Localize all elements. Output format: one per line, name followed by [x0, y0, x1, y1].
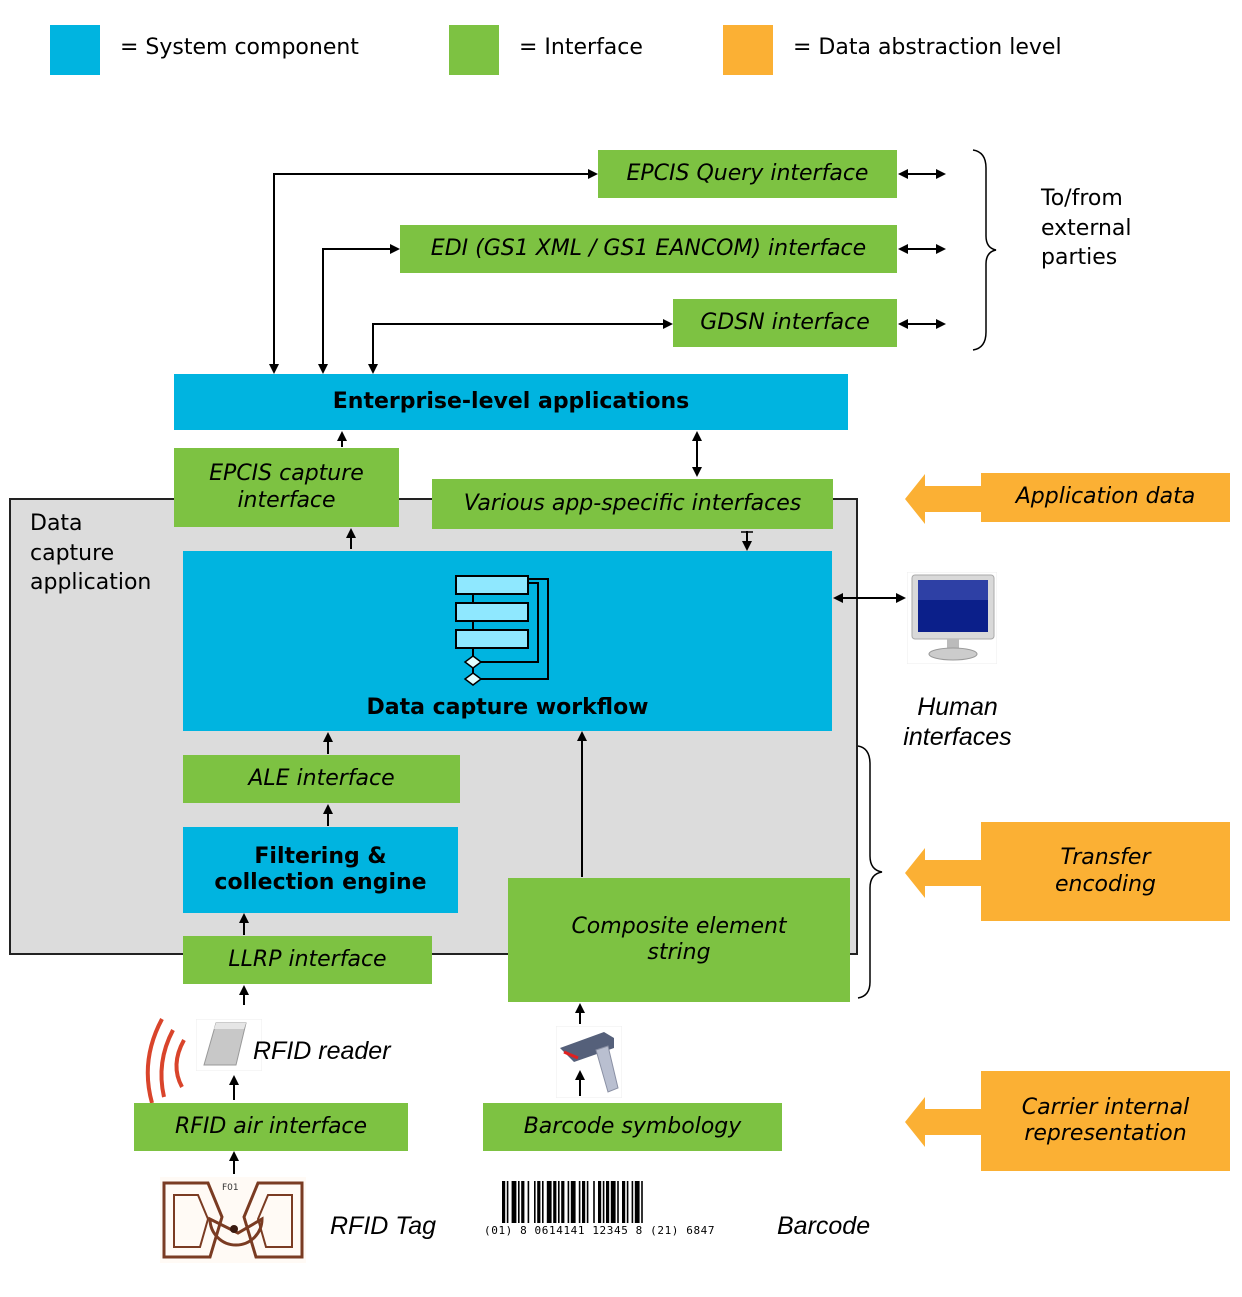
- barcode-bar: [641, 1181, 643, 1223]
- barcode-bar: [567, 1181, 570, 1223]
- legend-label-system: = System component: [120, 35, 359, 60]
- rfid-tag-label: RFID Tag: [330, 1212, 437, 1240]
- rfid-air-interface: RFID air interface: [134, 1103, 408, 1151]
- epcis-capture-interface: EPCIS capture interface: [174, 448, 399, 527]
- barcode-bar: [518, 1181, 520, 1223]
- barcode-symbology: Barcode symbology: [483, 1103, 782, 1151]
- barcode-bar: [570, 1181, 576, 1223]
- gdsn-interface: GDSN interface: [673, 299, 897, 347]
- barcode-bar: [602, 1181, 605, 1223]
- barcode-bar: [558, 1181, 560, 1223]
- brace-external: [972, 149, 997, 351]
- legend-swatch-level: [723, 25, 773, 75]
- legend-swatch-system: [50, 25, 100, 75]
- rfid-waves-icon: [145, 1018, 186, 1104]
- edi-interface: EDI (GS1 XML / GS1 EANCOM) interface: [400, 225, 897, 273]
- barcode-bar: [586, 1181, 589, 1223]
- rfid-reader-label: RFID reader: [253, 1037, 391, 1065]
- workflow-label: Data capture workflow: [366, 695, 649, 720]
- legend-label-interface: = Interface: [519, 35, 643, 60]
- data-capture-application-label: Data capture application: [30, 511, 152, 596]
- barcode-bar: [502, 1181, 506, 1223]
- epcis-query-interface: EPCIS Query interface: [598, 150, 897, 198]
- barcode-bar: [598, 1181, 602, 1223]
- barcode-bar: [606, 1181, 610, 1223]
- computer-monitor-icon: [907, 572, 997, 664]
- barcode-bar: [521, 1181, 525, 1223]
- level-application-data: Application data: [981, 473, 1230, 522]
- rfid-chip-text: F01: [222, 1183, 239, 1193]
- arrow-enterprise-gdsn: [368, 319, 673, 374]
- barcode-label: Barcode: [777, 1212, 871, 1240]
- barcode-bar: [578, 1181, 581, 1223]
- llrp-interface: LLRP interface: [183, 936, 432, 984]
- various-app-interfaces: Various app-specific interfaces: [432, 479, 833, 529]
- data-capture-workflow: Data capture workflow: [183, 551, 832, 731]
- level-arrow-transfer-icon: [905, 848, 985, 898]
- barcode-scanner-icon: [556, 1026, 622, 1098]
- level-arrow-application-icon: [905, 474, 985, 524]
- arrow-enterprise-edi: [318, 244, 400, 374]
- barcode-bar: [626, 1181, 629, 1223]
- barcode-bar: [534, 1181, 536, 1223]
- barcode-bar: [622, 1181, 626, 1223]
- barcode-bar: [511, 1181, 517, 1223]
- barcode-bar: [553, 1181, 557, 1223]
- barcode-bar: [593, 1181, 595, 1223]
- barcode-icon: (01) 8 0614141 12345 8 (21) 6847: [482, 1175, 722, 1239]
- barcode-bar: [506, 1181, 509, 1223]
- barcode-bar: [610, 1181, 616, 1223]
- workflow-flowchart-icon: [455, 575, 549, 686]
- composite-element-string: Composite element string: [508, 878, 850, 1002]
- legend-label-level: = Data abstraction level: [793, 35, 1062, 60]
- human-interfaces-label: Human interfaces: [903, 693, 1012, 751]
- barcode-bar: [542, 1181, 544, 1223]
- rfid-tag-icon: F01: [160, 1177, 306, 1263]
- ale-interface: ALE interface: [183, 755, 460, 803]
- barcode-digits: (01) 8 0614141 12345 8 (21) 6847: [484, 1224, 716, 1237]
- legend-swatch-interface: [449, 25, 499, 75]
- arrow-enterprise-epcis-query: [269, 169, 598, 374]
- level-arrow-carrier-icon: [905, 1097, 985, 1147]
- barcode-bar: [631, 1181, 634, 1223]
- level-carrier-internal: Carrier internal representation: [981, 1071, 1230, 1171]
- level-transfer-encoding: Transfer encoding: [981, 822, 1230, 921]
- barcode-bar: [537, 1181, 541, 1223]
- filtering-collection-engine: Filtering & collection engine: [183, 827, 458, 913]
- barcode-bar: [546, 1181, 552, 1223]
- enterprise-applications: Enterprise-level applications: [174, 374, 848, 430]
- barcode-bar: [527, 1181, 530, 1223]
- barcode-bar: [617, 1181, 619, 1223]
- barcode-bar: [634, 1181, 640, 1223]
- barcode-bar: [561, 1181, 565, 1223]
- external-parties-label: To/from external parties: [1041, 186, 1132, 271]
- brace-transfer: [857, 745, 883, 999]
- barcode-bar: [582, 1181, 586, 1223]
